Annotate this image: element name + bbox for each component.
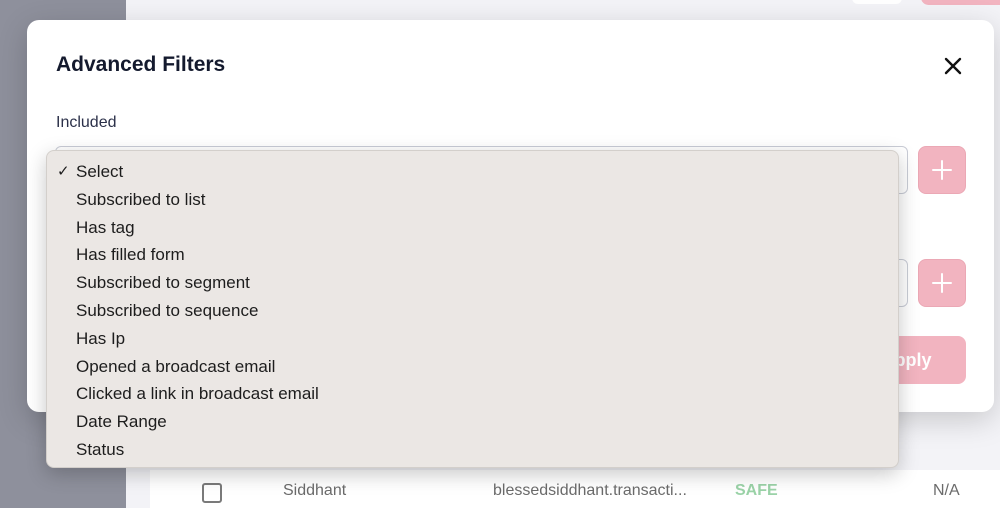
row-checkbox[interactable] xyxy=(202,483,222,503)
option-label: Subscribed to list xyxy=(76,189,206,209)
table-row: Siddhant blessedsiddhant.transacti... SA… xyxy=(150,470,1000,508)
checkmark-icon: ✓ xyxy=(57,163,70,180)
add-included-filter-button[interactable] xyxy=(918,146,966,194)
option-label: Opened a broadcast email xyxy=(76,356,276,376)
dropdown-option-opened-broadcast-email[interactable]: Opened a broadcast email xyxy=(47,353,898,381)
dropdown-option-status[interactable]: Status xyxy=(47,436,898,464)
dropdown-option-select[interactable]: ✓ Select xyxy=(47,158,898,186)
dropdown-option-clicked-link-broadcast-email[interactable]: Clicked a link in broadcast email xyxy=(47,380,898,408)
dropdown-option-has-filled-form[interactable]: Has filled form xyxy=(47,241,898,269)
dropdown-option-subscribed-to-sequence[interactable]: Subscribed to sequence xyxy=(47,297,898,325)
modal-title: Advanced Filters xyxy=(56,53,226,76)
dropdown-option-subscribed-to-segment[interactable]: Subscribed to segment xyxy=(47,269,898,297)
row-name: Siddhant xyxy=(283,482,347,499)
option-label: Has Ip xyxy=(76,328,126,348)
option-label: Date Range xyxy=(76,412,167,432)
option-label: Select xyxy=(76,162,124,181)
dropdown-option-has-tag[interactable]: Has tag xyxy=(47,214,898,242)
dropdown-option-subscribed-to-list[interactable]: Subscribed to list xyxy=(47,186,898,214)
included-label: Included xyxy=(56,114,117,131)
option-label: Subscribed to sequence xyxy=(76,300,259,320)
filter-type-dropdown[interactable]: ✓ Select Subscribed to list Has tag Has … xyxy=(46,150,899,468)
option-label: Clicked a link in broadcast email xyxy=(76,384,319,404)
option-label: Has tag xyxy=(76,217,135,237)
option-label: Subscribed to segment xyxy=(76,273,250,293)
row-extra: N/A xyxy=(933,482,960,499)
add-excluded-filter-button[interactable] xyxy=(918,259,966,307)
option-label: Has filled form xyxy=(76,245,185,265)
row-email: blessedsiddhant.transacti... xyxy=(493,482,687,499)
dropdown-option-has-ip[interactable]: Has Ip xyxy=(47,325,898,353)
toolbar-button-secondary[interactable] xyxy=(852,0,902,4)
plus-icon xyxy=(932,160,952,180)
close-icon xyxy=(944,57,962,75)
status-badge: SAFE xyxy=(735,482,778,499)
close-button[interactable] xyxy=(941,54,965,78)
toolbar-button-primary[interactable] xyxy=(921,0,1000,5)
dropdown-option-date-range[interactable]: Date Range xyxy=(47,408,898,436)
option-label: Status xyxy=(76,439,125,459)
plus-icon xyxy=(932,273,952,293)
